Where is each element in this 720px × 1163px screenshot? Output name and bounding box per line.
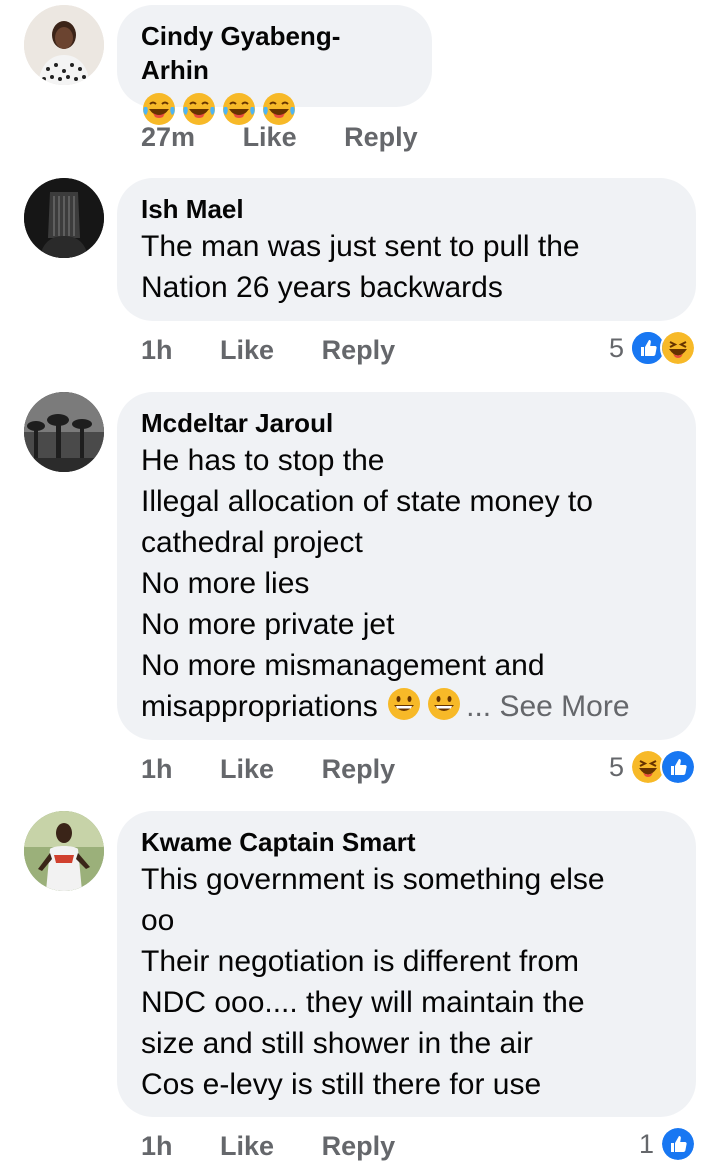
reply-button[interactable]: Reply — [344, 120, 418, 154]
reaction-summary[interactable]: 1 — [638, 1126, 696, 1162]
comment-text: He has to stop the Illegal allocation of… — [141, 444, 593, 723]
like-button[interactable]: Like — [220, 333, 274, 367]
reaction-count: 5 — [608, 332, 624, 363]
like-button[interactable]: Like — [243, 120, 297, 154]
reaction-count: 5 — [608, 751, 624, 782]
avatar[interactable] — [24, 178, 104, 258]
grinning-face-emoji — [428, 688, 461, 720]
avatar[interactable] — [24, 5, 104, 85]
comment-actions: 1h Like Reply — [141, 333, 395, 367]
reaction-summary[interactable]: 5 — [608, 749, 696, 785]
comment-actions: 27m Like Reply — [141, 120, 418, 154]
comment-author[interactable]: Kwame Captain Smart — [141, 825, 672, 859]
avatar-image — [24, 5, 104, 85]
reply-button[interactable]: Reply — [322, 1129, 396, 1163]
avatar-image — [24, 392, 104, 472]
comment-bubble: Cindy Gyabeng-Arhin — [117, 5, 432, 125]
grinning-face-emoji — [388, 688, 421, 720]
comment-actions: 1h Like Reply — [141, 1129, 395, 1163]
avatar-image — [24, 178, 104, 258]
comment-timestamp[interactable]: 1h — [141, 752, 173, 786]
like-icon — [660, 749, 696, 785]
comment-timestamp[interactable]: 27m — [141, 120, 195, 154]
avatar-image — [24, 811, 104, 891]
comment-text-tail: ... See More — [378, 688, 630, 723]
comment-author[interactable]: Cindy Gyabeng-Arhin — [141, 19, 408, 87]
comment-author[interactable]: Ish Mael — [141, 192, 672, 226]
like-button[interactable]: Like — [220, 1129, 274, 1163]
comment-bubble: Mcdeltar Jaroul He has to stop the Illeg… — [117, 392, 696, 740]
comment-author[interactable]: Mcdeltar Jaroul — [141, 406, 672, 440]
reaction-count: 1 — [638, 1128, 654, 1159]
comment-bubble: Kwame Captain Smart This government is s… — [117, 811, 696, 1117]
like-button[interactable]: Like — [220, 752, 274, 786]
like-icon — [660, 1126, 696, 1162]
comment-bubble: Ish Mael The man was just sent to pull t… — [117, 178, 696, 321]
see-more-link[interactable]: ... See More — [466, 690, 629, 723]
avatar[interactable] — [24, 811, 104, 891]
reply-button[interactable]: Reply — [322, 752, 396, 786]
comment-text: This government is something else oo The… — [141, 863, 605, 1101]
comment-timestamp[interactable]: 1h — [141, 1129, 173, 1163]
comment-actions: 1h Like Reply — [141, 752, 395, 786]
reaction-summary[interactable]: 5 — [608, 330, 696, 366]
avatar[interactable] — [24, 392, 104, 472]
haha-icon — [660, 330, 696, 366]
reply-button[interactable]: Reply — [322, 333, 396, 367]
comment-timestamp[interactable]: 1h — [141, 333, 173, 367]
comment-text: The man was just sent to pull the Nation… — [141, 230, 580, 304]
